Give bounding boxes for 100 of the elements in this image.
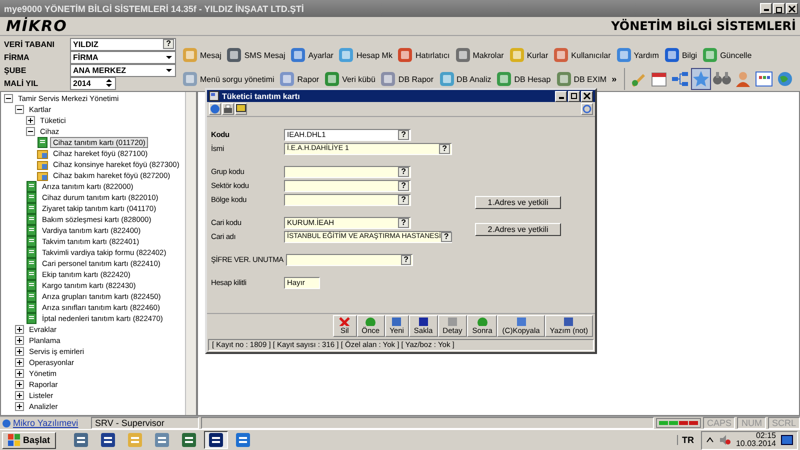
toolbar-button[interactable]: Kullanıcılar [551,45,613,65]
expand-icon[interactable] [15,380,24,389]
language-indicator[interactable]: TR [676,435,698,445]
toolbar-button[interactable]: Makrolar [452,45,506,65]
printer-icon [223,104,233,114]
session-field[interactable]: YILDIZ ? [70,38,176,50]
calendar-icon [650,70,668,88]
tile-icon [324,71,340,87]
tile-icon [226,47,242,63]
app-icon [127,432,144,448]
chevron-up-icon[interactable] [706,436,714,444]
input-field[interactable]: ? [284,166,411,178]
user-status: SRV - Supervisor [91,417,199,429]
input-field[interactable]: ? [284,180,411,192]
expand-icon[interactable] [15,369,24,378]
toolbar-overflow[interactable]: » [612,74,617,84]
tile-icon [556,71,572,87]
lookup-button[interactable]: ? [439,144,450,154]
toolbar-button[interactable]: Hatırlatıcı [395,45,452,65]
input-field[interactable]: ? [284,194,411,206]
tile-icon [397,47,414,63]
tile-icon [380,71,396,87]
close-icon [583,92,591,100]
expand-icon[interactable] [15,347,24,356]
clock-date: 10.03.2014 [736,440,776,448]
toolbar-button[interactable]: Menü sorgu yönetimi [180,69,276,89]
toolbar-button[interactable]: Yardım [614,45,661,65]
tile-icon [438,71,455,87]
lookup-button[interactable]: ? [398,180,409,190]
close-button[interactable] [581,90,593,102]
clock-time: 02:15 [756,432,776,440]
tile-icon [496,71,512,87]
folder-icon [37,159,48,170]
scrollbar[interactable] [185,92,196,415]
toolbar-button[interactable]: DB Rapor [378,69,436,89]
toolbar-button[interactable]: Mesaj [180,45,224,65]
toolbar-icon-button[interactable] [690,68,711,90]
lookup-button[interactable]: ? [440,232,452,242]
expand-icon[interactable] [26,116,35,125]
expand-icon[interactable] [15,391,24,400]
toolbar-button[interactable]: SMS Mesaj [224,45,288,65]
print-button[interactable] [222,103,234,115]
tile-icon [182,71,198,87]
toolbar-button[interactable]: DB Analiz [436,69,494,89]
collapse-icon[interactable] [15,105,24,114]
spinner-icon[interactable] [104,77,114,89]
expand-icon[interactable] [15,402,24,411]
session-field[interactable]: 2014 [70,76,116,90]
lookup-button[interactable]: ? [398,166,409,176]
toolbar-button[interactable]: Veri kübü [322,69,378,89]
tile-icon [702,47,718,63]
maximize-button[interactable] [568,90,580,102]
globe-icon [776,70,794,88]
toolbar-button[interactable]: Bilgi [662,45,700,65]
card-icon [209,91,219,101]
toolbar-button[interactable]: DB Hesap [494,69,553,89]
minimize-button[interactable] [760,3,772,14]
input-field[interactable]: ? [286,254,414,266]
lookup-button[interactable]: ? [398,194,409,204]
minimize-icon [764,9,768,11]
start-button[interactable]: Başlat [2,432,56,448]
speaker-icon[interactable] [718,434,731,446]
product-title: YÖNETİM BİLGİ SİSTEMLERİ [611,19,796,33]
person-icon [734,70,752,88]
collapse-icon[interactable] [4,94,13,103]
session-field[interactable]: ANA MERKEZ [70,64,176,76]
restore-button[interactable] [773,3,785,14]
address-button[interactable]: 1.Adres ve yetkili [475,196,561,209]
expand-icon[interactable] [15,358,24,367]
minimize-button[interactable] [555,90,567,102]
tile-icon [290,47,306,63]
grid-icon [754,70,773,88]
lookup-button[interactable]: ? [398,218,409,228]
toolbar-button[interactable]: DB EXIM [554,69,609,89]
expand-icon[interactable] [15,336,24,345]
tile-icon [279,71,296,87]
toolbar-button[interactable]: Ayarlar [288,45,336,65]
close-button[interactable] [786,3,798,14]
maximize-icon [570,92,578,100]
refresh-button[interactable] [581,103,593,115]
desktop-icon[interactable] [781,435,793,445]
taskbar-app[interactable] [204,431,228,449]
lookup-button[interactable]: ? [398,130,409,140]
key-indicator: CAPS [702,417,736,429]
toolbar-button[interactable]: Hesap Mk [336,45,394,65]
session-label: MALİ YIL [4,78,40,88]
lookup-button[interactable]: ? [163,39,174,49]
monitor-icon [236,104,246,114]
circle-icon [2,418,11,428]
toolbar-button[interactable]: Rapor [277,69,322,89]
vendor-link[interactable]: Mikro Yazılımevi [13,418,89,428]
toolbar-button[interactable]: Kurlar [506,45,550,65]
session-field[interactable]: FİRMA [70,50,176,64]
address-button[interactable]: 2.Adres ve yetkili [475,223,561,236]
tile-icon [338,47,354,63]
logo: MİKRO [6,17,68,35]
collapse-icon[interactable] [26,127,35,136]
toolbar-button[interactable]: Güncelle [700,45,754,65]
expand-icon[interactable] [15,325,24,334]
lookup-button[interactable]: ? [400,254,412,264]
